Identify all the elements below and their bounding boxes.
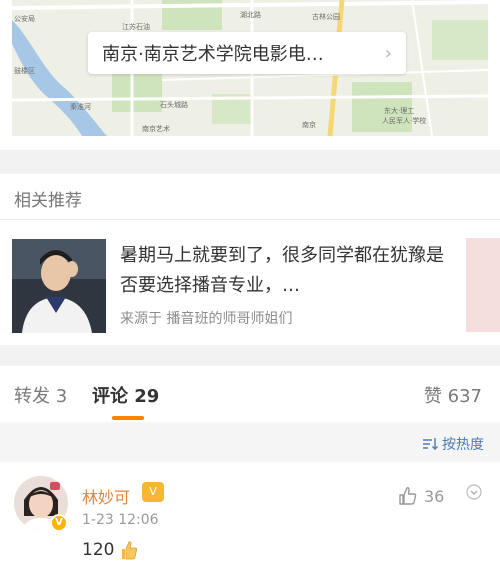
comment-like-count: 36 <box>424 486 445 506</box>
tab-comment-count: 29 <box>134 386 160 407</box>
related-source: 来源于 播音班的师哥师姐们 <box>120 311 293 327</box>
interaction-tabs: 转发 3 评论 29 赞 637 <box>0 366 500 422</box>
map-label: 人民军人·学校 <box>382 117 427 125</box>
map-label: 湖北路 <box>240 11 261 19</box>
tab-like[interactable]: 赞 637 <box>424 382 482 408</box>
comment-body: 120 <box>82 540 138 560</box>
related-thumbnail <box>12 239 106 333</box>
map-label: 公安局 <box>14 15 35 23</box>
vip-badge-icon: V <box>142 482 164 502</box>
tab-repost[interactable]: 转发 3 <box>14 382 67 408</box>
map-label: 石头城路 <box>160 101 188 109</box>
map-label: 南京 <box>302 121 316 129</box>
active-tab-indicator <box>112 416 144 420</box>
map-label: 江苏石油 <box>122 23 150 31</box>
location-name: 南京·南京艺术学院电影电… <box>102 44 324 65</box>
chevron-down-icon[interactable] <box>466 484 482 504</box>
related-title: 相关推荐 <box>14 191 82 211</box>
tab-comment-label: 评论 <box>92 386 128 407</box>
related-item[interactable]: 暑期马上就要到了，很多同学都在犹豫是否要选择播音专业，… 来源于 播音班的师哥师… <box>0 221 500 345</box>
thumbs-up-icon <box>399 487 417 505</box>
map-label: 南京艺术 <box>142 125 170 133</box>
comment-item: V 林妙可 V 1-23 12:06 120 36 <box>0 462 500 576</box>
related-header: 相关推荐 <box>0 174 500 220</box>
section-divider <box>0 345 500 366</box>
location-card[interactable]: 南京·南京艺术学院电影电… › <box>88 32 406 74</box>
comment-like-button[interactable]: 36 <box>398 486 444 506</box>
related-text: 暑期马上就要到了，很多同学都在犹豫是否要选择播音专业，… <box>120 245 444 296</box>
verified-badge-icon: V <box>50 514 68 532</box>
comment-text: 120 <box>82 540 115 560</box>
comment-time: 1-23 12:06 <box>82 512 159 528</box>
section-divider <box>0 150 500 174</box>
related-next-thumbnail[interactable] <box>466 238 500 332</box>
chevron-right-icon: › <box>384 42 392 64</box>
map-label: 古林公园 <box>312 13 340 21</box>
sort-button[interactable]: 按热度 <box>422 434 484 454</box>
sort-bar: 按热度 <box>0 422 500 462</box>
location-map-section: 公安局 鼓楼区 江苏石油 南艺 秦淮河 南京艺术 石头城路 湖北路 古林公园 南… <box>0 0 500 150</box>
sort-label: 按热度 <box>442 437 484 453</box>
thumbs-up-emoji-icon <box>122 541 138 560</box>
map-label: 东大·理工 <box>384 107 415 115</box>
tab-comment[interactable]: 评论 29 <box>92 382 159 408</box>
sort-icon <box>423 438 438 450</box>
map-label: 鼓楼区 <box>14 67 35 75</box>
commenter-name[interactable]: 林妙可 <box>82 484 130 508</box>
map-label: 秦淮河 <box>70 103 91 111</box>
